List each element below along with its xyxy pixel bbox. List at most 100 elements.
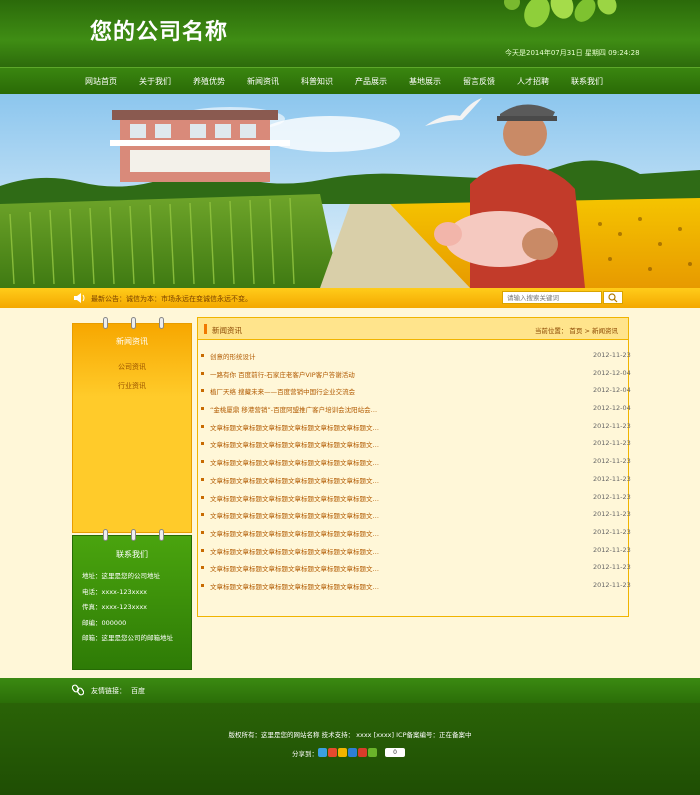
search-input[interactable] (502, 291, 602, 304)
news-date: 2012-12-04 (593, 386, 631, 395)
news-title-link[interactable]: 文章标题文章标题文章标题文章标题文章标题文章标题文… (210, 581, 379, 591)
link-icon (72, 684, 84, 696)
share-icons (318, 748, 377, 757)
nav-item-news[interactable]: 新闻资讯 (236, 68, 290, 95)
friend-links-bar: 友情链接： 百度 (0, 678, 700, 703)
breadcrumb[interactable]: 当前位置： 首页 > 新闻资讯 (535, 325, 618, 335)
news-title-link[interactable]: 文章标题文章标题文章标题文章标题文章标题文章标题文… (210, 439, 379, 449)
news-title-link[interactable]: 文章标题文章标题文章标题文章标题文章标题文章标题文… (210, 493, 379, 503)
news-panel: 新闻资讯 当前位置： 首页 > 新闻资讯 创意的形统设计 2012-11-23 一路… (197, 317, 631, 617)
nav-item-feedback[interactable]: 留言反馈 (452, 68, 506, 95)
news-category-box: 新闻资讯 公司资讯 行业资讯 (72, 317, 192, 533)
contact-box: 联系我们 地址：这里是您的公司地址 电话：xxxx-123xxxx 传真：xxx… (72, 529, 192, 670)
binder-ring-icon (103, 529, 108, 541)
bullet-icon (201, 354, 204, 357)
contact-email: 邮箱：这里是您公司的邮箱地址 (82, 634, 173, 642)
news-row[interactable]: 文章标题文章标题文章标题文章标题文章标题文章标题文… 2012-11-23 (198, 560, 631, 578)
news-row[interactable]: 文章标题文章标题文章标题文章标题文章标题文章标题文… 2012-11-23 (198, 472, 631, 490)
nav-item-contact[interactable]: 联系我们 (560, 68, 614, 95)
site-footer: 版权所有：这里是您的网站名称 技术支持： xxxx [xxxx] ICP备案编号… (0, 703, 700, 795)
news-title-link[interactable]: 文章标题文章标题文章标题文章标题文章标题文章标题文… (210, 528, 379, 538)
news-date: 2012-11-23 (593, 421, 631, 430)
main-nav: 网站首页 关于我们 养殖优势 新闻资讯 科普知识 产品展示 基地展示 留言反馈 … (0, 67, 700, 94)
title-bar-marker (204, 324, 207, 334)
renren-share-icon[interactable] (348, 748, 357, 757)
kaixin-share-icon[interactable] (358, 748, 367, 757)
news-title-link[interactable]: 文章标题文章标题文章标题文章标题文章标题文章标题文… (210, 510, 379, 520)
news-row[interactable]: 文章标题文章标题文章标题文章标题文章标题文章标题文… 2012-11-23 (198, 543, 631, 561)
nav-item-home[interactable]: 网站首页 (74, 68, 128, 95)
news-title-link[interactable]: “金桃厦鼎 移港营销”-百度阿盟推广客户培训会沈阳站会… (210, 404, 377, 414)
news-date: 2012-11-23 (593, 351, 631, 359)
contact-postcode: 邮编：000000 (82, 618, 127, 627)
qzone-share-icon[interactable] (318, 748, 327, 757)
search-button[interactable] (603, 291, 623, 304)
share-count: 0 (385, 748, 405, 757)
leaves-decoration (504, 0, 617, 28)
bullet-icon (201, 495, 204, 499)
news-row[interactable]: 文章标题文章标题文章标题文章标题文章标题文章标题文… 2012-11-23 (198, 507, 631, 525)
notice-bar: 最新公告：诚信为本：市场永远在变诚信永远不变。 (0, 288, 700, 308)
news-date: 2012-11-23 (593, 527, 631, 536)
news-date: 2012-11-23 (593, 492, 631, 501)
news-row[interactable]: 文章标题文章标题文章标题文章标题文章标题文章标题文… 2012-11-23 (198, 490, 631, 508)
nav-item-advantage[interactable]: 养殖优势 (182, 68, 236, 95)
news-title-link[interactable]: 创意的形统设计 (210, 351, 256, 361)
category-item-company[interactable]: 公司资讯 (73, 358, 191, 377)
news-date: 2012-12-04 (593, 368, 631, 377)
site-logo[interactable]: 您的公司名称 (90, 14, 228, 46)
news-row[interactable]: 文章标题文章标题文章标题文章标题文章标题文章标题文… 2012-11-23 (198, 525, 631, 543)
nav-item-products[interactable]: 产品展示 (344, 68, 398, 95)
site-header: 您的公司名称 今天是2014年07月31日 星期四 09:24:28 (0, 0, 700, 67)
news-date: 2012-12-04 (593, 404, 631, 413)
news-row[interactable]: 文章标题文章标题文章标题文章标题文章标题文章标题文… 2012-11-23 (198, 578, 631, 596)
nav-item-science[interactable]: 科普知识 (290, 68, 344, 95)
news-date: 2012-11-23 (593, 439, 631, 448)
news-date: 2012-11-23 (593, 563, 631, 572)
friend-links-label: 友情链接： (91, 687, 126, 695)
bullet-icon (201, 371, 204, 375)
news-title-link[interactable]: 文章标题文章标题文章标题文章标题文章标题文章标题文… (210, 563, 379, 573)
more-share-icon[interactable] (368, 748, 377, 757)
friend-link-baidu[interactable]: 百度 (131, 686, 145, 696)
contact-address: 地址：这里是您的公司地址 (82, 572, 160, 580)
category-title: 新闻资讯 (116, 337, 148, 346)
search-icon (608, 293, 618, 303)
hero-banner (0, 94, 700, 288)
copyright-text: 版权所有：这里是您的网站名称 技术支持： xxxx [xxxx] ICP备案编号… (228, 731, 472, 739)
news-title-link[interactable]: 植厂天络 搜藏未来——百度营销中国行企业交流会 (210, 386, 355, 396)
weibo-share-icon[interactable] (328, 748, 337, 757)
news-title-link[interactable]: 文章标题文章标题文章标题文章标题文章标题文章标题文… (210, 457, 379, 467)
binder-ring-icon (159, 317, 164, 329)
binder-ring-icon (131, 317, 136, 329)
speaker-icon (74, 293, 85, 303)
news-row[interactable]: 文章标题文章标题文章标题文章标题文章标题文章标题文… 2012-11-23 (198, 419, 631, 437)
nav-item-about[interactable]: 关于我们 (128, 68, 182, 95)
news-row[interactable]: 文章标题文章标题文章标题文章标题文章标题文章标题文… 2012-11-23 (198, 436, 631, 454)
news-date: 2012-11-23 (593, 545, 631, 554)
nav-item-jobs[interactable]: 人才招聘 (506, 68, 560, 95)
news-panel-title: 新闻资讯 (212, 326, 242, 335)
news-row[interactable]: 一路有你 百度前行-石家庄老客户VIP客户答谢活动 2012-12-04 (198, 366, 631, 384)
bullet-icon (201, 566, 204, 570)
news-list: 创意的形统设计 2012-11-23 一路有你 百度前行-石家庄老客户VIP客户答谢… (198, 348, 631, 596)
bullet-icon (201, 530, 204, 534)
binder-ring-icon (103, 317, 108, 329)
news-row[interactable]: 文章标题文章标题文章标题文章标题文章标题文章标题文… 2012-11-23 (198, 454, 631, 472)
news-row[interactable]: 植厂天络 搜藏未来——百度营销中国行企业交流会 2012-12-04 (198, 383, 631, 401)
category-item-industry[interactable]: 行业资讯 (73, 377, 191, 396)
qq-share-icon[interactable] (338, 748, 347, 757)
contact-fax: 传真：xxxx-123xxxx (82, 603, 148, 611)
news-date: 2012-11-23 (593, 457, 631, 466)
news-row[interactable]: “金桃厦鼎 移港营销”-百度阿盟推广客户培训会沈阳站会… 2012-12-04 (198, 401, 631, 419)
news-title-link[interactable]: 文章标题文章标题文章标题文章标题文章标题文章标题文… (210, 422, 379, 432)
nav-item-base[interactable]: 基地展示 (398, 68, 452, 95)
news-row[interactable]: 创意的形统设计 2012-11-23 (198, 348, 631, 366)
notice-text: 最新公告：诚信为本：市场永远在变诚信永远不变。 (91, 295, 252, 303)
bullet-icon (201, 513, 204, 517)
contact-phone: 电话：xxxx-123xxxx (82, 587, 148, 596)
news-title-link[interactable]: 文章标题文章标题文章标题文章标题文章标题文章标题文… (210, 546, 379, 556)
bullet-icon (201, 583, 204, 587)
news-title-link[interactable]: 一路有你 百度前行-石家庄老客户VIP客户答谢活动 (210, 369, 355, 379)
news-title-link[interactable]: 文章标题文章标题文章标题文章标题文章标题文章标题文… (210, 475, 379, 485)
